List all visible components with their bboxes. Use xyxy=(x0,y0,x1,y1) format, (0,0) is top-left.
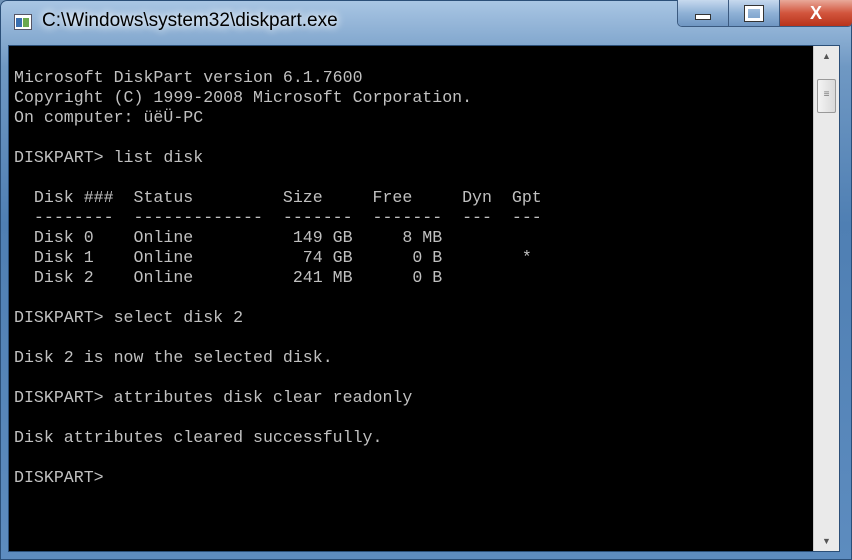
console-line: DISKPART> xyxy=(14,468,114,487)
close-icon: X xyxy=(809,2,822,23)
console-line: DISKPART> attributes disk clear readonly xyxy=(14,388,413,407)
console-line: Disk 0 Online 149 GB 8 MB xyxy=(14,228,443,247)
scrollbar-thumb[interactable]: ≡ xyxy=(817,79,836,113)
minimize-icon xyxy=(695,14,711,20)
console-line: Disk 2 Online 241 MB 0 B xyxy=(14,268,443,287)
console-line: DISKPART> list disk xyxy=(14,148,204,167)
console-area[interactable]: Microsoft DiskPart version 6.1.7600 Copyr… xyxy=(8,45,840,552)
console-line: Disk 2 is now the selected disk. xyxy=(14,348,333,367)
console-line: Disk ### Status Size Free Dyn Gpt xyxy=(14,188,542,207)
console-line: DISKPART> select disk 2 xyxy=(14,308,244,327)
maximize-button[interactable] xyxy=(729,0,780,26)
minimize-button[interactable] xyxy=(678,0,729,26)
close-button[interactable]: X xyxy=(780,0,852,26)
console-line: Disk 1 Online 74 GB 0 B * xyxy=(14,248,532,267)
title-bar[interactable]: C:\Windows\system32\diskpart.exe X xyxy=(0,0,852,40)
maximize-icon xyxy=(744,4,764,22)
scroll-down-arrow-icon[interactable]: ▼ xyxy=(814,531,839,551)
console-line: Copyright (C) 1999-2008 Microsoft Corpor… xyxy=(14,88,473,107)
window-controls: X xyxy=(677,0,852,27)
console-output: Microsoft DiskPart version 6.1.7600 Copyr… xyxy=(14,48,814,488)
console-line: On computer: üëÜ-PC xyxy=(14,108,204,127)
window-title: C:\Windows\system32\diskpart.exe xyxy=(42,10,338,31)
console-app-icon[interactable] xyxy=(14,14,32,30)
console-line: Microsoft DiskPart version 6.1.7600 xyxy=(14,68,363,87)
scroll-up-arrow-icon[interactable]: ▲ xyxy=(814,46,839,66)
vertical-scrollbar[interactable]: ▲ ≡ ▼ xyxy=(813,46,839,551)
console-window: C:\Windows\system32\diskpart.exe X Micro… xyxy=(0,0,852,560)
console-line: -------- ------------- ------- ------- -… xyxy=(14,208,542,227)
console-line: Disk attributes cleared successfully. xyxy=(14,428,383,447)
